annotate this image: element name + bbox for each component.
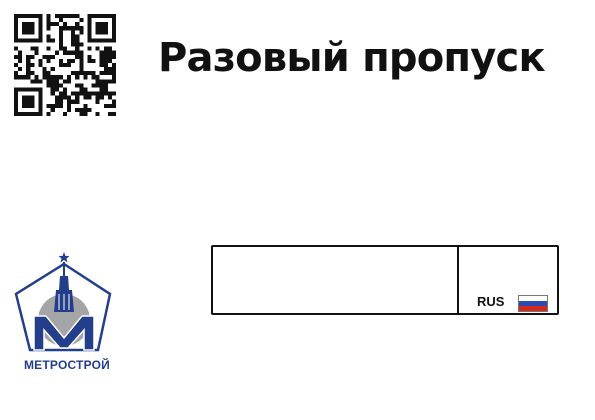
metrostroy-logo [14, 252, 112, 352]
country-code-label: RUS [477, 294, 505, 309]
page-title: Разовый пропуск [158, 35, 546, 81]
license-plate-field[interactable]: RUS [211, 245, 559, 315]
plate-region-area[interactable]: RUS [459, 247, 557, 313]
logo-text: МЕТРОСТРОЙ [23, 358, 110, 372]
russian-flag-icon [518, 295, 548, 312]
plate-number-area[interactable] [213, 247, 457, 313]
qr-code-icon [14, 14, 116, 116]
